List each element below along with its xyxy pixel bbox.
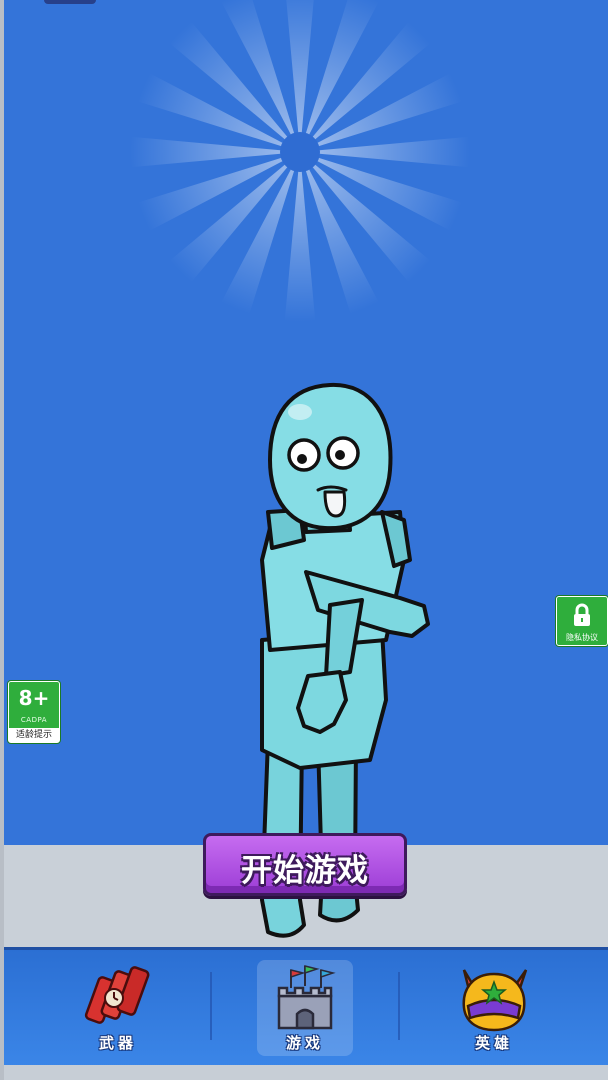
nav-item-heroes[interactable]: 英雄: [446, 960, 542, 1056]
dynamite-icon: [84, 966, 150, 1024]
nav-divider: [210, 972, 212, 1040]
start-game-button[interactable]: 开始游戏: [203, 833, 407, 896]
age-rating-org: CADPA: [20, 716, 48, 724]
nav-label-heroes: 英雄: [474, 1034, 513, 1052]
nav-label-weapons: 武器: [98, 1034, 137, 1052]
hero-mask-icon: [462, 969, 528, 1032]
nav-divider: [398, 972, 400, 1040]
lock-icon: [574, 603, 590, 626]
nav-label-game: 游戏: [285, 1034, 324, 1052]
bottom-strip: [4, 1065, 608, 1080]
nav-item-weapons[interactable]: 武器: [70, 960, 166, 1056]
ragdoll-character: [260, 382, 430, 938]
age-rating-tip: 适龄提示: [9, 728, 59, 742]
age-rating-badge[interactable]: 8+ CADPA 适龄提示: [8, 681, 60, 743]
privacy-policy-label: 隐私协议: [566, 633, 598, 642]
nav-item-game[interactable]: 游戏: [257, 960, 353, 1056]
castle-icon: [277, 965, 336, 1030]
privacy-policy-button[interactable]: 隐私协议: [556, 596, 608, 646]
age-rating-number: 8+: [18, 686, 50, 710]
start-game-label: 开始游戏: [241, 853, 369, 889]
